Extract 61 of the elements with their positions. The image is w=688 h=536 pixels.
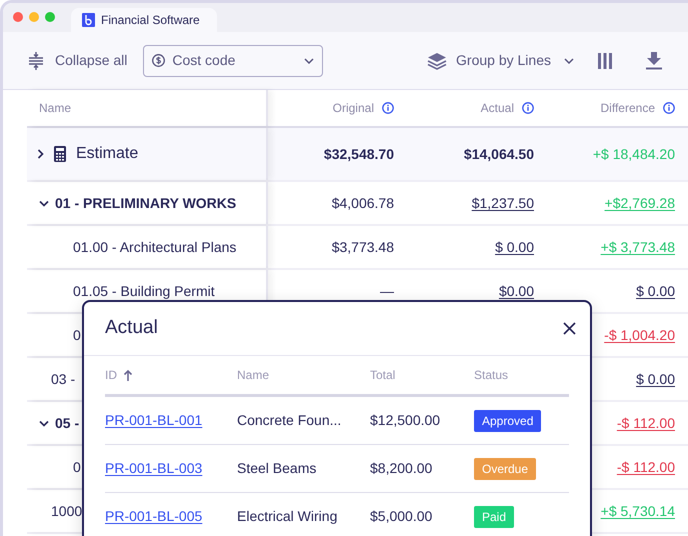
item-name: Steel Beams	[237, 460, 316, 476]
calculator-icon	[54, 146, 66, 162]
arrow-up-icon[interactable]	[123, 369, 133, 381]
download-icon[interactable]	[646, 52, 662, 70]
chevron-down-icon	[564, 58, 574, 64]
column-header: Actual	[480, 100, 514, 117]
row-name: 01.00 - Architectural Plans	[73, 238, 236, 256]
total-amount: $5,000.00	[370, 508, 432, 524]
actual-amount[interactable]: $0.00	[498, 280, 534, 302]
info-icon[interactable]	[382, 102, 394, 114]
cost-code-select[interactable]: Cost code	[143, 44, 324, 76]
item-name: Concrete Foun...	[237, 412, 342, 428]
item-name: Electrical Wiring	[237, 508, 338, 524]
column-header: Name	[39, 100, 72, 117]
status-badge: Paid	[474, 506, 514, 528]
info-icon[interactable]	[522, 102, 534, 114]
chevron-right-icon[interactable]	[37, 149, 44, 159]
group-by-dropdown[interactable]: Group by Lines	[427, 50, 574, 71]
original-amount: —	[380, 282, 394, 300]
actual-amount[interactable]: $ 0.00	[495, 236, 534, 258]
id-link[interactable]: PR-001-BL-003	[105, 460, 202, 476]
row-name: 1000	[51, 502, 82, 520]
chevron-down-icon[interactable]	[39, 200, 49, 206]
browser-tab[interactable]: Financial Software	[71, 8, 217, 32]
total-amount: $12,500.00	[370, 412, 440, 428]
actual-amount: $14,064.50	[464, 144, 534, 164]
logo-icon	[82, 13, 95, 27]
collapse-icon	[28, 52, 44, 70]
chevron-down-icon	[304, 58, 314, 64]
original-amount: $3,773.48	[332, 238, 394, 256]
actual-amount[interactable]: $1,237.50	[472, 192, 534, 214]
status-badge: Overdue	[474, 458, 536, 480]
dollar-coin-icon	[152, 54, 166, 67]
row-name: 05 -	[55, 414, 80, 432]
difference-amount[interactable]: -$ 1,004.20	[604, 324, 675, 346]
id-link[interactable]: PR-001-BL-005	[105, 508, 202, 524]
original-amount: $32,548.70	[324, 144, 394, 164]
close-icon[interactable]	[563, 322, 576, 335]
row-name: 03 -	[51, 370, 76, 388]
difference-amount[interactable]: -$ 112.00	[616, 456, 675, 478]
row-name: 01.05 - Building Permit	[73, 282, 215, 301]
difference-amount[interactable]: -$ 112.00	[616, 412, 675, 434]
id-link[interactable]: PR-001-BL-001	[105, 412, 202, 428]
difference-amount: +$ 18,484.20	[592, 144, 675, 164]
row-name: 0	[73, 326, 81, 344]
row-name: Estimate	[76, 144, 138, 164]
columns-icon[interactable]	[598, 52, 612, 68]
total-amount: $8,200.00	[370, 460, 432, 476]
row-name: 0	[73, 458, 81, 476]
status-badge: Approved	[474, 410, 542, 432]
difference-amount[interactable]: $ 0.00	[636, 368, 675, 390]
info-icon[interactable]	[663, 102, 675, 114]
row-name: 01 - PRELIMINARY WORKS	[55, 194, 236, 212]
column-header: Difference	[600, 100, 655, 117]
dialog-title: Actual	[105, 316, 159, 340]
collapse-all-button[interactable]: Collapse all	[28, 50, 128, 71]
original-amount: $4,006.78	[332, 194, 394, 212]
difference-amount[interactable]: $ 0.00	[636, 280, 675, 302]
column-header: Original	[332, 100, 374, 117]
chevron-down-icon[interactable]	[39, 420, 49, 426]
layers-icon	[427, 52, 448, 70]
